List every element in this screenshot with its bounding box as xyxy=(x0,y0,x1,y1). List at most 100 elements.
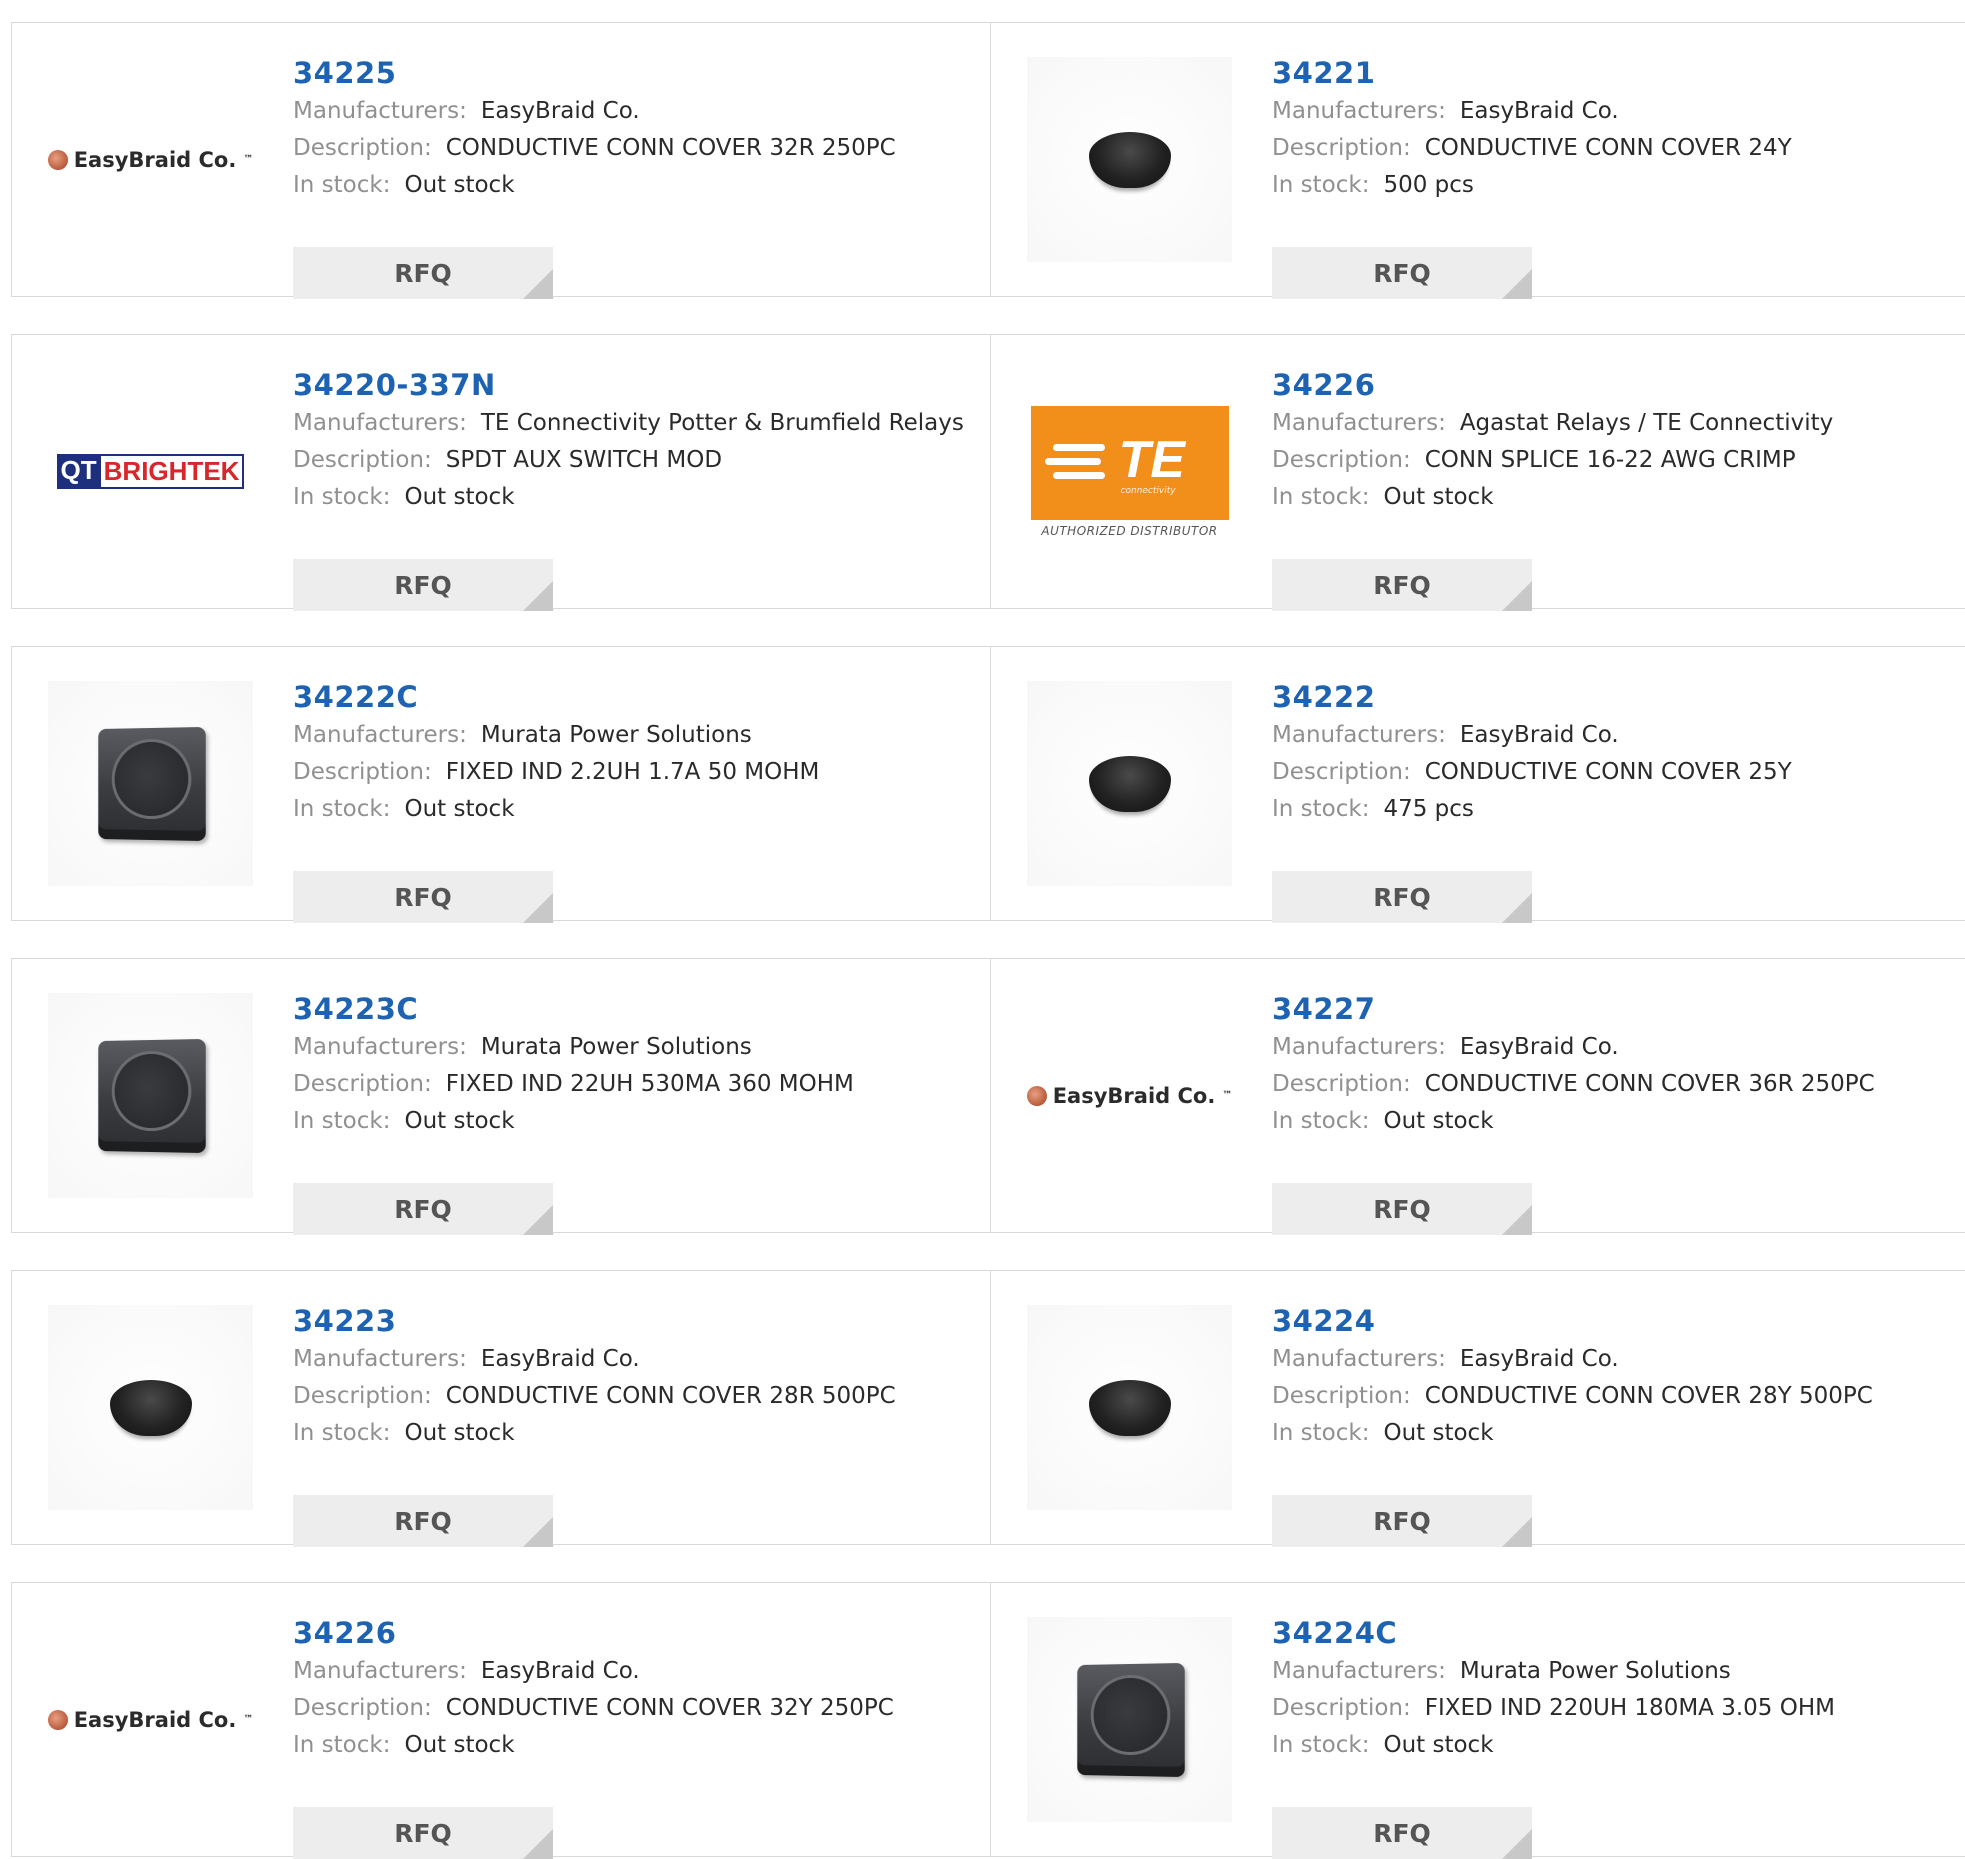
authorized-distributor-text: AUTHORIZED DISTRIBUTOR xyxy=(1041,523,1218,538)
rfq-label: RFQ xyxy=(1373,1194,1431,1224)
description-line: Description: CONN SPLICE 16-22 AWG CRIMP xyxy=(1272,442,1952,479)
part-number-link[interactable]: 34227 xyxy=(1272,989,1952,1029)
rfq-button[interactable]: RFQ xyxy=(293,871,553,923)
product-info: 34222C Manufacturers: Murata Power Solutio… xyxy=(293,677,973,923)
easybraid-logo: EasyBraid Co. ™ xyxy=(48,1708,253,1732)
stock-line: In stock: Out stock xyxy=(293,1727,973,1764)
manufacturer-label: Manufacturers: xyxy=(293,1346,467,1372)
part-number-link[interactable]: 34226 xyxy=(293,1613,973,1653)
product-image[interactable] xyxy=(1027,1617,1232,1822)
stock-value: 500 pcs xyxy=(1383,172,1474,198)
easybraid-logo: EasyBraid Co. ™ xyxy=(1027,1084,1232,1108)
product-image[interactable] xyxy=(48,1305,253,1510)
stock-line: In stock: Out stock xyxy=(1272,1103,1952,1140)
description-line: Description: FIXED IND 22UH 530MA 360 MOH… xyxy=(293,1066,973,1103)
manufacturer-line: Manufacturers: Agastat Relays / TE Connec… xyxy=(1272,405,1952,442)
description-label: Description: xyxy=(293,1071,432,1097)
rfq-label: RFQ xyxy=(1373,882,1431,912)
conn-cover-image xyxy=(1088,755,1171,812)
part-number-link[interactable]: 34223 xyxy=(293,1301,973,1341)
product-card: 34222C Manufacturers: Murata Power Solutio… xyxy=(12,647,991,923)
product-image[interactable]: EasyBraid Co. ™ xyxy=(48,1617,253,1822)
rfq-button[interactable]: RFQ xyxy=(293,1807,553,1859)
product-image[interactable] xyxy=(48,681,253,886)
manufacturer-line: Manufacturers: EasyBraid Co. xyxy=(1272,1341,1952,1378)
manufacturer-label: Manufacturers: xyxy=(293,722,467,748)
product-row: 34222C Manufacturers: Murata Power Solutio… xyxy=(11,646,1965,923)
part-number-link[interactable]: 34221 xyxy=(1272,53,1952,93)
corner-triangle-icon xyxy=(1502,1829,1532,1859)
stock-value: Out stock xyxy=(1383,484,1494,510)
part-number-link[interactable]: 34220-337N xyxy=(293,365,973,405)
product-card: 34222 Manufacturers: EasyBraid Co. Descript… xyxy=(991,647,1965,923)
description-label: Description: xyxy=(1272,135,1411,161)
part-number-link[interactable]: 34224C xyxy=(1272,1613,1952,1653)
part-number-link[interactable]: 34222C xyxy=(293,677,973,717)
description-label: Description: xyxy=(1272,447,1411,473)
product-info: 34223C Manufacturers: Murata Power Solutio… xyxy=(293,989,973,1235)
part-number-link[interactable]: 34223C xyxy=(293,989,973,1029)
inductor-core xyxy=(114,1052,188,1128)
manufacturer-value: EasyBraid Co. xyxy=(1459,1346,1619,1372)
part-number-link[interactable]: 34222 xyxy=(1272,677,1952,717)
product-image[interactable] xyxy=(1027,681,1232,886)
manufacturer-value: Murata Power Solutions xyxy=(480,722,752,748)
part-number-link[interactable]: 34224 xyxy=(1272,1301,1952,1341)
product-image[interactable]: EasyBraid Co. ™ xyxy=(1027,993,1232,1198)
product-image[interactable] xyxy=(1027,1305,1232,1510)
corner-triangle-icon xyxy=(1502,269,1532,299)
qt-mark: QT xyxy=(56,454,101,489)
rfq-button[interactable]: RFQ xyxy=(293,247,553,299)
manufacturer-value: EasyBraid Co. xyxy=(1459,722,1619,748)
description-line: Description: FIXED IND 220UH 180MA 3.05 O… xyxy=(1272,1690,1952,1727)
product-image[interactable]: EasyBraid Co. ™ xyxy=(48,57,253,262)
corner-triangle-icon xyxy=(523,269,553,299)
rfq-button[interactable]: RFQ xyxy=(1272,1183,1532,1235)
description-line: Description: CONDUCTIVE CONN COVER 32R 25… xyxy=(293,130,973,167)
manufacturer-label: Manufacturers: xyxy=(293,1658,467,1684)
corner-triangle-icon xyxy=(523,1205,553,1235)
rfq-button[interactable]: RFQ xyxy=(1272,247,1532,299)
rfq-button[interactable]: RFQ xyxy=(1272,871,1532,923)
manufacturer-label: Manufacturers: xyxy=(293,1034,467,1060)
stock-value: Out stock xyxy=(1383,1420,1494,1446)
product-image[interactable]: TE connectivity AUTHORIZED DISTRIBUTOR xyxy=(1027,369,1232,574)
rfq-button[interactable]: RFQ xyxy=(1272,1495,1532,1547)
description-line: Description: CONDUCTIVE CONN COVER 36R 25… xyxy=(1272,1066,1952,1103)
product-image[interactable]: QT BRIGHTEK xyxy=(48,369,253,574)
description-line: Description: FIXED IND 2.2UH 1.7A 50 MOHM xyxy=(293,754,973,791)
product-image[interactable] xyxy=(48,993,253,1198)
manufacturer-line: Manufacturers: EasyBraid Co. xyxy=(1272,93,1952,130)
corner-triangle-icon xyxy=(523,893,553,923)
rfq-button[interactable]: RFQ xyxy=(293,559,553,611)
stock-line: In stock: Out stock xyxy=(1272,1415,1952,1452)
product-card: EasyBraid Co. ™ 34226 Manufacturers: EasyBra… xyxy=(12,1583,991,1859)
te-connectivity-logo: TE connectivity AUTHORIZED DISTRIBUTOR xyxy=(1030,405,1229,538)
rfq-button[interactable]: RFQ xyxy=(1272,1807,1532,1859)
product-info: 34225 Manufacturers: EasyBraid Co. Descript… xyxy=(293,53,973,299)
inductor-core xyxy=(1093,1676,1167,1752)
product-image[interactable] xyxy=(1027,57,1232,262)
te-wordmark: TE xyxy=(1118,430,1185,489)
rfq-label: RFQ xyxy=(1373,570,1431,600)
rfq-button[interactable]: RFQ xyxy=(293,1495,553,1547)
stock-value: Out stock xyxy=(404,1420,515,1446)
stock-label: In stock: xyxy=(1272,1732,1370,1758)
part-number-link[interactable]: 34225 xyxy=(293,53,973,93)
stock-label: In stock: xyxy=(293,796,391,822)
stock-value: Out stock xyxy=(404,1732,515,1758)
manufacturer-line: Manufacturers: EasyBraid Co. xyxy=(293,1653,973,1690)
rfq-button[interactable]: RFQ xyxy=(293,1183,553,1235)
description-label: Description: xyxy=(293,447,432,473)
stock-value: Out stock xyxy=(404,484,515,510)
stock-label: In stock: xyxy=(293,484,391,510)
stock-line: In stock: Out stock xyxy=(293,1415,973,1452)
rfq-button[interactable]: RFQ xyxy=(1272,559,1532,611)
manufacturer-label: Manufacturers: xyxy=(293,410,467,436)
inductor-image xyxy=(97,1038,206,1153)
product-card: TE connectivity AUTHORIZED DISTRIBUTOR 3422… xyxy=(991,335,1965,611)
product-info: 34221 Manufacturers: EasyBraid Co. Descript… xyxy=(1272,53,1952,299)
description-line: Description: CONDUCTIVE CONN COVER 28R 50… xyxy=(293,1378,973,1415)
part-number-link[interactable]: 34226 xyxy=(1272,365,1952,405)
description-line: Description: CONDUCTIVE CONN COVER 32Y 25… xyxy=(293,1690,973,1727)
